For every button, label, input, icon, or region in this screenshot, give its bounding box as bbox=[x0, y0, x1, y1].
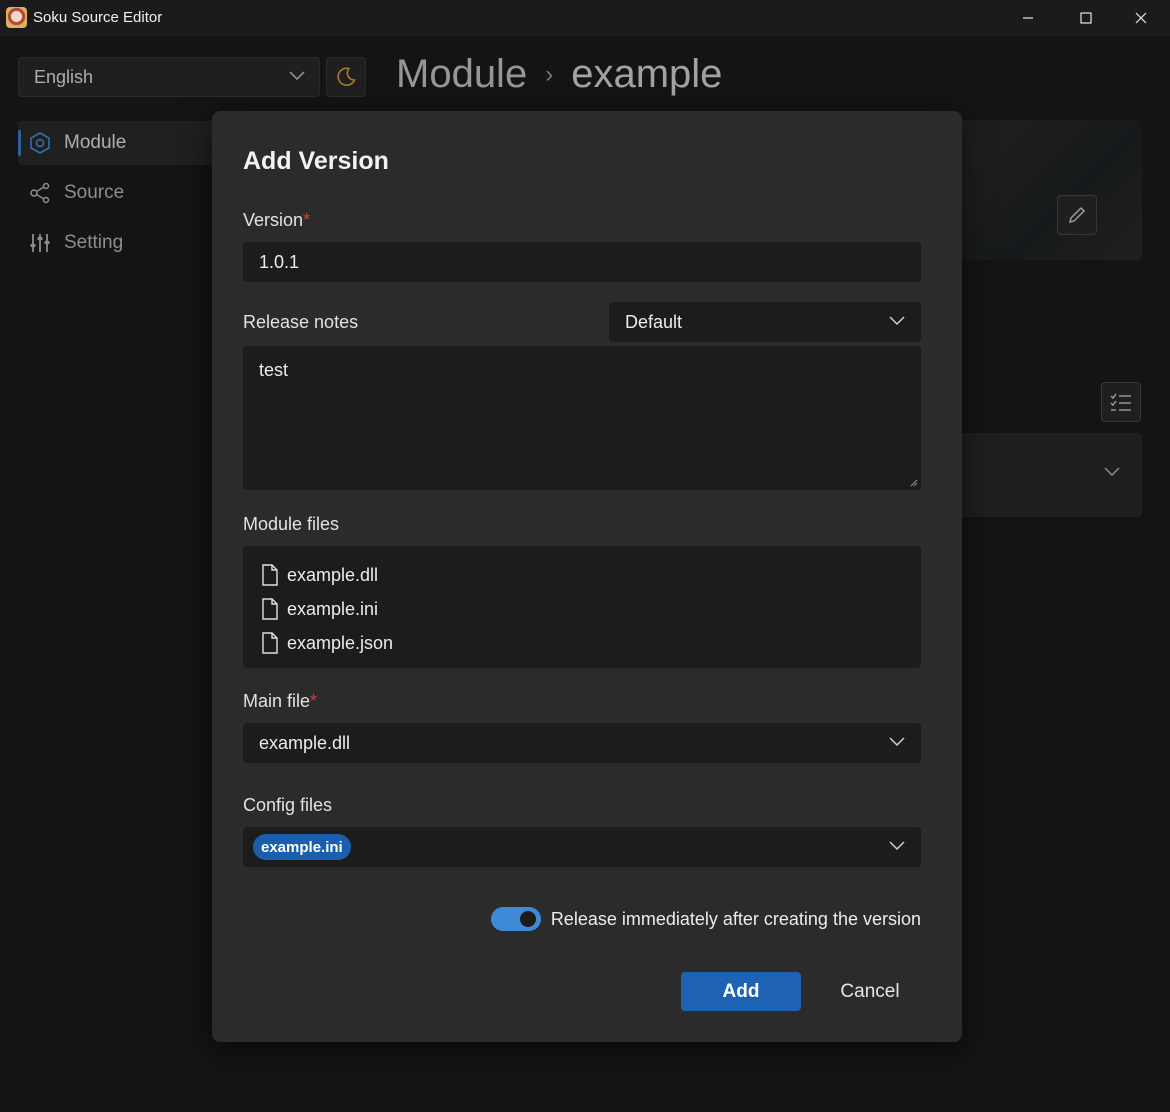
chevron-down-icon bbox=[889, 737, 905, 747]
file-name: example.json bbox=[287, 632, 394, 653]
close-icon bbox=[1135, 12, 1147, 24]
minimize-button[interactable] bbox=[999, 0, 1057, 36]
module-files-list: example.dll example.ini example.json bbox=[243, 546, 921, 668]
chevron-down-icon bbox=[889, 316, 905, 326]
cancel-button[interactable]: Cancel bbox=[810, 972, 930, 1011]
version-label: Version* bbox=[243, 210, 310, 231]
app-icon bbox=[6, 7, 27, 28]
main-file-label-text: Main file bbox=[243, 691, 311, 711]
maximize-button[interactable] bbox=[1057, 0, 1115, 36]
toggle-knob bbox=[519, 911, 536, 927]
config-files-select[interactable]: example.ini bbox=[243, 827, 921, 867]
resize-grip-icon[interactable] bbox=[910, 479, 918, 487]
main-file-label: Main file* bbox=[243, 691, 317, 712]
add-button[interactable]: Add bbox=[681, 972, 801, 1011]
config-files-label: Config files bbox=[243, 795, 333, 815]
dialog-title: Add Version bbox=[243, 147, 389, 175]
file-name: example.ini bbox=[287, 598, 379, 619]
chevron-down-icon bbox=[889, 841, 905, 851]
minimize-icon bbox=[1023, 17, 1033, 19]
file-name: example.dll bbox=[287, 564, 379, 585]
release-notes-value: test bbox=[259, 360, 289, 380]
window-title: Soku Source Editor bbox=[33, 9, 163, 26]
release-toggle-label: Release immediately after creating the v… bbox=[550, 908, 921, 929]
version-input[interactable]: 1.0.1 bbox=[243, 242, 921, 282]
file-icon bbox=[261, 597, 281, 621]
required-mark: * bbox=[303, 210, 311, 230]
list-item[interactable]: example.json bbox=[243, 626, 921, 660]
title-bar: Soku Source Editor bbox=[0, 0, 1170, 36]
config-file-tag[interactable]: example.ini bbox=[253, 834, 351, 860]
add-version-dialog: Add Version Version* 1.0.1 Release notes… bbox=[212, 111, 962, 1042]
release-toggle-row: Release immediately after creating the v… bbox=[490, 907, 921, 931]
file-icon bbox=[261, 631, 281, 655]
module-files-label: Module files bbox=[243, 514, 340, 534]
list-item[interactable]: example.dll bbox=[243, 558, 921, 592]
version-label-text: Version bbox=[243, 210, 304, 230]
release-notes-format-select[interactable]: Default bbox=[609, 302, 921, 342]
required-mark: * bbox=[310, 691, 318, 711]
version-value: 1.0.1 bbox=[259, 251, 300, 272]
maximize-icon bbox=[1080, 12, 1092, 24]
file-icon bbox=[261, 563, 281, 587]
release-notes-label: Release notes bbox=[243, 312, 359, 332]
release-notes-format-value: Default bbox=[625, 311, 683, 332]
release-notes-textarea[interactable]: test bbox=[243, 346, 921, 490]
release-toggle[interactable] bbox=[490, 907, 541, 931]
main-file-value: example.dll bbox=[259, 732, 351, 753]
main-file-select[interactable]: example.dll bbox=[243, 723, 921, 763]
close-button[interactable] bbox=[1112, 0, 1170, 36]
list-item[interactable]: example.ini bbox=[243, 592, 921, 626]
